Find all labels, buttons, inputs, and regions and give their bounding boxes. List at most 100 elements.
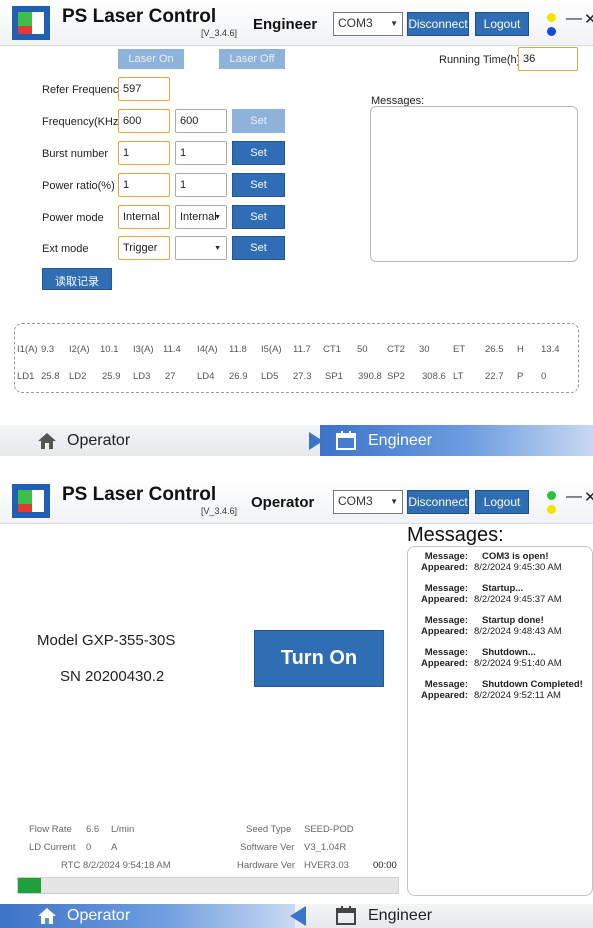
- message-text: Shutdown...: [482, 647, 536, 658]
- app-logo-icon: [12, 484, 50, 518]
- disconnect-button[interactable]: Disconnect: [407, 490, 469, 514]
- frequency-set-button[interactable]: Set: [232, 109, 285, 133]
- model-label: Model GXP-355-30S: [37, 632, 176, 649]
- nav-bar: Operator Engineer: [0, 904, 593, 928]
- burst-number-set-field[interactable]: 1: [175, 141, 227, 165]
- power-mode-select-value: Internal: [180, 211, 217, 223]
- panel-separator: [0, 456, 593, 478]
- frequency-field[interactable]: 600: [118, 109, 170, 133]
- stat-label: I5(A): [261, 344, 282, 355]
- header-bar: PS Laser Control [V_3.4.6] Engineer COM3…: [0, 0, 593, 46]
- stat-label: CT1: [323, 344, 341, 355]
- ext-mode-label: Ext mode: [42, 243, 89, 255]
- status-indicator-yellow: [547, 505, 556, 514]
- appeared-time: 8/2/2024 9:51:40 AM: [474, 658, 562, 669]
- message-text: Startup done!: [482, 615, 544, 626]
- engineer-panel: PS Laser Control [V_3.4.6] Engineer COM3…: [0, 0, 593, 456]
- power-mode-set-button[interactable]: Set: [232, 205, 285, 229]
- app-title: PS Laser Control: [62, 484, 217, 505]
- stat-value: 22.7: [485, 371, 504, 382]
- role-label: Operator: [251, 494, 315, 511]
- chevron-down-icon: ▼: [390, 497, 398, 506]
- logout-button[interactable]: Logout: [475, 12, 529, 36]
- power-mode-field[interactable]: Internal: [118, 205, 170, 229]
- com-port-value: COM3: [338, 16, 373, 30]
- calendar-icon: [336, 431, 356, 455]
- power-ratio-set-field[interactable]: 1: [175, 173, 227, 197]
- calendar-icon: [336, 906, 356, 928]
- read-log-button[interactable]: 读取记录: [42, 268, 112, 290]
- refer-frequency-field[interactable]: 597: [118, 77, 170, 101]
- refer-frequency-label: Refer Frequency: [42, 84, 124, 96]
- com-port-select[interactable]: COM3 ▼: [333, 12, 403, 36]
- power-ratio-set-button[interactable]: Set: [232, 173, 285, 197]
- progress-bar-fill: [18, 878, 41, 893]
- hardware-ver-label: Hardware Ver: [237, 860, 296, 871]
- logout-button[interactable]: Logout: [475, 490, 529, 514]
- message-key: Message:: [424, 583, 468, 594]
- message-log[interactable]: Message: COM3 is open! Appeared: 8/2/2024 9…: [407, 546, 593, 896]
- nav-item-engineer[interactable]: Engineer: [368, 432, 432, 450]
- flow-rate-label: Flow Rate: [29, 824, 72, 835]
- running-time-label: Running Time(h): [439, 54, 521, 66]
- stat-value: 0: [541, 371, 547, 382]
- serial-number-label: SN 20200430.2: [60, 668, 165, 685]
- messages-box[interactable]: [370, 106, 578, 262]
- nav-item-engineer[interactable]: Engineer: [368, 907, 432, 925]
- message-text: COM3 is open!: [482, 551, 549, 562]
- close-icon[interactable]: ✕: [584, 10, 593, 28]
- stat-value: 25.8: [41, 371, 60, 382]
- minimize-icon[interactable]: —: [566, 488, 582, 506]
- burst-number-label: Burst number: [42, 148, 109, 160]
- disconnect-button[interactable]: Disconnect: [407, 12, 469, 36]
- message-text: Startup...: [482, 583, 524, 594]
- message-key: Message:: [424, 679, 468, 690]
- ext-mode-select[interactable]: ▼: [175, 236, 227, 260]
- chevron-down-icon: ▼: [214, 214, 221, 221]
- stat-label: I1(A): [17, 344, 38, 355]
- stat-label: LD1: [17, 371, 35, 382]
- laser-off-button[interactable]: Laser Off: [219, 49, 285, 69]
- stat-label: ET: [453, 344, 466, 355]
- stat-value: 11.7: [293, 344, 311, 355]
- appeared-key: Appeared:: [421, 658, 468, 669]
- power-ratio-field[interactable]: 1: [118, 173, 170, 197]
- frequency-set-field[interactable]: 600: [175, 109, 227, 133]
- stat-label: LD2: [69, 371, 87, 382]
- flow-rate-value: 6.6: [86, 824, 100, 835]
- ext-mode-field[interactable]: Trigger: [118, 236, 170, 260]
- flow-rate-unit: L/min: [111, 824, 135, 835]
- turn-on-button[interactable]: Turn On: [254, 630, 384, 687]
- close-icon[interactable]: ✕: [584, 488, 593, 506]
- seed-type-label: Seed Type: [246, 824, 292, 835]
- burst-number-set-button[interactable]: Set: [232, 141, 285, 165]
- stat-label: SP1: [325, 371, 343, 382]
- minimize-icon[interactable]: —: [566, 10, 582, 28]
- app-version: [V_3.4.6]: [201, 28, 238, 38]
- nav-bar: Operator Engineer: [0, 425, 593, 456]
- com-port-value: COM3: [338, 494, 373, 508]
- role-label: Engineer: [253, 16, 318, 33]
- ext-mode-set-button[interactable]: Set: [232, 236, 285, 260]
- stat-label: H: [517, 344, 524, 355]
- rtc-value: 8/2/2024 9:54:18 AM: [83, 860, 171, 871]
- burst-number-field[interactable]: 1: [118, 141, 170, 165]
- power-mode-label: Power mode: [42, 212, 104, 224]
- message-key: Message:: [424, 551, 468, 562]
- stat-value: 9.3: [41, 344, 55, 355]
- stat-value: 26.9: [229, 371, 248, 382]
- software-ver-label: Software Ver: [240, 842, 295, 853]
- power-mode-select[interactable]: Internal ▼: [175, 205, 227, 229]
- laser-on-button[interactable]: Laser On: [118, 49, 184, 69]
- arrow-left-icon: [290, 906, 306, 926]
- header-bar: PS Laser Control [V_3.4.6] Operator COM3…: [0, 478, 593, 524]
- home-icon: [37, 432, 57, 455]
- hardware-ver-value: HVER3.03: [304, 860, 349, 871]
- chevron-down-icon: ▼: [390, 19, 398, 28]
- appeared-time: 8/2/2024 9:45:37 AM: [474, 594, 562, 605]
- nav-item-operator[interactable]: Operator: [67, 907, 130, 925]
- message-key: Message:: [424, 647, 468, 658]
- com-port-select[interactable]: COM3 ▼: [333, 490, 403, 514]
- nav-active-highlight: [320, 425, 593, 456]
- nav-item-operator[interactable]: Operator: [67, 432, 130, 450]
